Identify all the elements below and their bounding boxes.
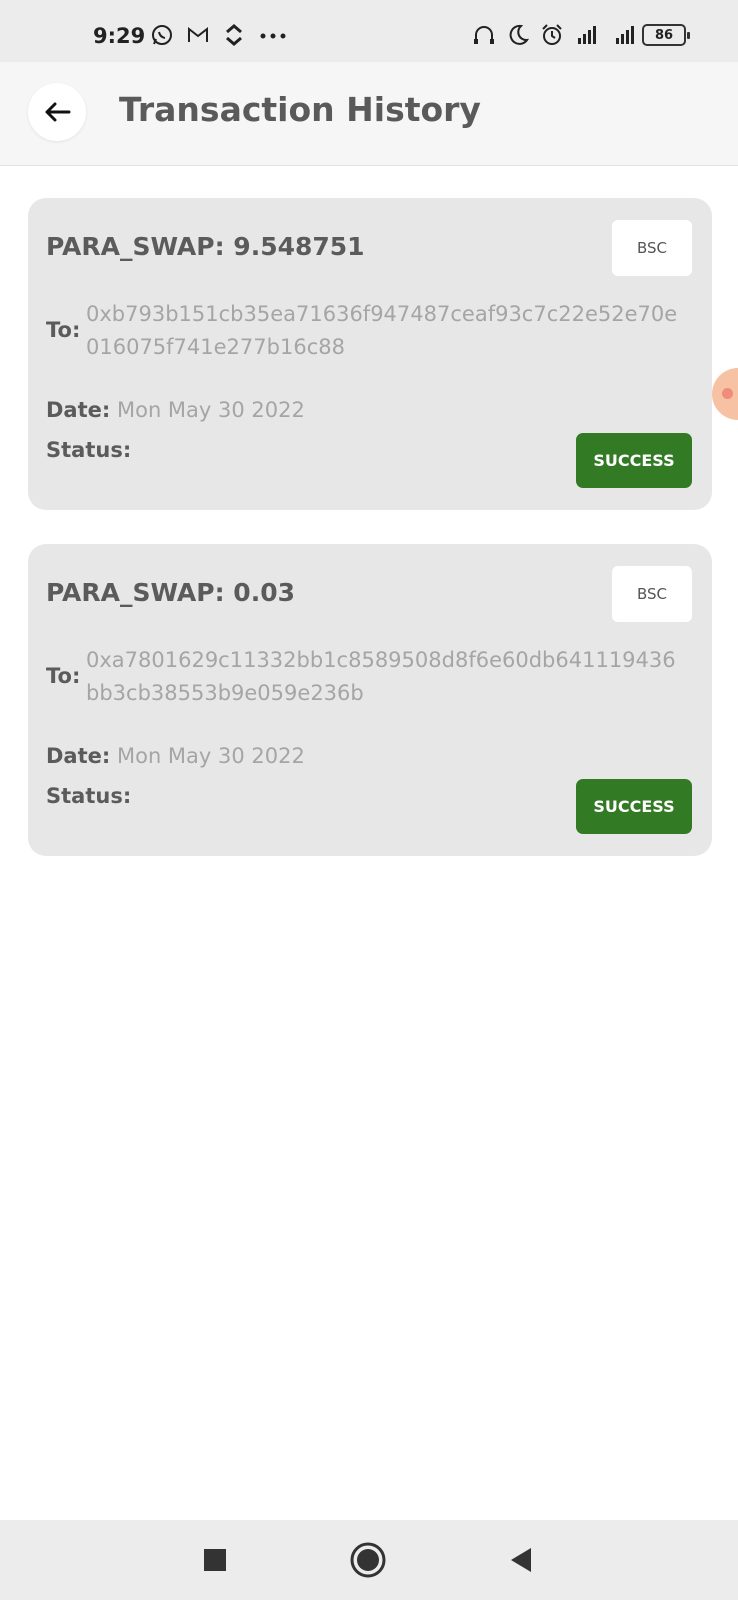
date-row: Date: Mon May 30 2022 [46, 744, 305, 768]
date-value: Mon May 30 2022 [116, 398, 305, 422]
whatsapp-icon [150, 22, 174, 48]
home-icon [350, 1542, 386, 1578]
more-icon [258, 22, 286, 48]
recents-icon [204, 1549, 226, 1571]
updown-icon [222, 22, 246, 48]
to-label: To: [46, 318, 81, 342]
status-right-icons: 86 [472, 22, 690, 48]
recents-button[interactable] [193, 1538, 237, 1582]
transaction-card[interactable]: PARA_SWAP: 0.03 BSC To: 0xa7801629c11332… [28, 544, 712, 856]
battery-indicator: 86 [642, 24, 690, 46]
transaction-card[interactable]: PARA_SWAP: 9.548751 BSC To: 0xb793b151cb… [28, 198, 712, 510]
back-nav-button[interactable] [499, 1538, 543, 1582]
arrow-left-icon [45, 102, 71, 122]
gmail-icon [186, 22, 210, 48]
back-button[interactable] [28, 83, 86, 141]
headphones-icon [472, 22, 496, 48]
home-button[interactable] [346, 1538, 390, 1582]
network-badge: BSC [612, 566, 692, 622]
alarm-icon [540, 22, 564, 48]
date-row: Date: Mon May 30 2022 [46, 398, 305, 422]
date-label: Date: [46, 744, 111, 768]
status-time: 9:29 [93, 24, 146, 48]
status-bar: 9:29 86 [0, 0, 738, 62]
signal-r-icon [574, 22, 598, 48]
network-badge: BSC [612, 220, 692, 276]
status-left-icons [150, 22, 286, 48]
transaction-title: PARA_SWAP: 9.548751 [46, 232, 365, 261]
system-nav-bar [0, 1520, 738, 1600]
status-label: Status: [46, 438, 132, 462]
date-value: Mon May 30 2022 [116, 744, 305, 768]
back-nav-icon [511, 1548, 531, 1572]
to-label: To: [46, 664, 81, 688]
app-header: Transaction History [0, 62, 738, 166]
recipient-address: 0xb793b151cb35ea71636f947487ceaf93c7c22e… [86, 302, 678, 359]
floating-assistant-bubble[interactable] [712, 368, 738, 420]
transaction-title: PARA_SWAP: 0.03 [46, 578, 295, 607]
status-label: Status: [46, 784, 132, 808]
page-title: Transaction History [119, 90, 481, 129]
date-label: Date: [46, 398, 111, 422]
status-badge: SUCCESS [576, 779, 692, 834]
signal-4g-icon [608, 22, 634, 48]
moon-icon [506, 22, 530, 48]
recipient-address: 0xa7801629c11332bb1c8589508d8f6e60db6411… [86, 648, 676, 705]
status-badge: SUCCESS [576, 433, 692, 488]
